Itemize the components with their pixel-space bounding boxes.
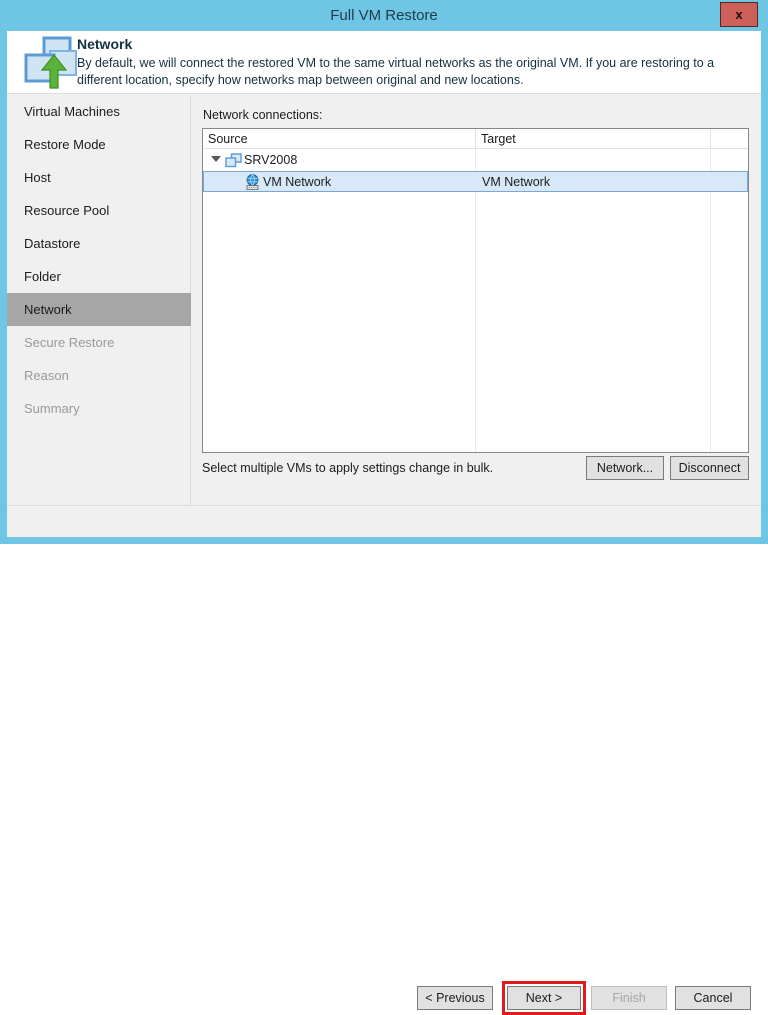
wizard-steps-sidebar: Virtual Machines Restore Mode Host Resource… (7, 95, 191, 537)
table-header-row: Source Target (203, 129, 748, 149)
finish-button: Finish (591, 986, 667, 1010)
column-divider-source-target (475, 150, 476, 452)
column-divider-target-extra (710, 150, 711, 452)
table-row[interactable]: SRV2008 (203, 150, 748, 171)
network-button[interactable]: Network... (586, 456, 664, 480)
network-adapter-icon (244, 174, 261, 190)
dialog-client-area: Network By default, we will connect the … (7, 31, 761, 1015)
bulk-hint-text: Select multiple VMs to apply settings ch… (202, 461, 494, 475)
sidebar-item-folder[interactable]: Folder (7, 260, 191, 293)
sidebar-item-datastore[interactable]: Datastore (7, 227, 191, 260)
network-connections-table[interactable]: Source Target SRV2008 VM Network VM Netw… (202, 128, 749, 453)
network-connections-label: Network connections: (203, 108, 323, 122)
virtual-machine-icon (225, 153, 242, 168)
window-title: Full VM Restore (330, 7, 438, 24)
disconnect-button[interactable]: Disconnect (670, 456, 749, 480)
dialog-footer: < Previous Next > Finish Cancel (7, 505, 761, 1015)
table-body: SRV2008 VM Network VM Network (203, 150, 748, 452)
network-restore-icon (20, 34, 78, 92)
sidebar-item-reason: Reason (24, 368, 69, 383)
cell-source: SRV2008 (244, 153, 298, 167)
sidebar-item-host[interactable]: Host (7, 161, 191, 194)
chevron-down-icon[interactable] (211, 156, 221, 162)
table-row[interactable]: VM Network VM Network (203, 171, 748, 192)
column-header-target[interactable]: Target (476, 129, 711, 149)
dialog-banner: Network By default, we will connect the … (7, 31, 761, 94)
cell-target: VM Network (482, 175, 551, 189)
banner-description: By default, we will connect the restored… (77, 56, 715, 87)
previous-button[interactable]: < Previous (417, 986, 493, 1010)
title-bar: Full VM Restore x (0, 0, 768, 31)
sidebar-item-network[interactable]: Network (7, 293, 191, 326)
sidebar-item-virtual-machines[interactable]: Virtual Machines (7, 95, 191, 128)
sidebar-item-restore-mode[interactable]: Restore Mode (7, 128, 191, 161)
next-button[interactable]: Next > (507, 986, 581, 1010)
column-header-source[interactable]: Source (203, 129, 476, 149)
sidebar-item-summary: Summary (24, 401, 80, 416)
dialog-window: Full VM Restore x Network By default, we… (0, 0, 768, 1015)
cancel-button[interactable]: Cancel (675, 986, 751, 1010)
sidebar-item-secure-restore: Secure Restore (24, 335, 115, 350)
banner-title: Network (77, 36, 133, 52)
column-header-extra[interactable] (711, 129, 748, 149)
sidebar-item-resource-pool[interactable]: Resource Pool (7, 194, 191, 227)
cell-source: VM Network (263, 175, 332, 189)
close-icon[interactable]: x (720, 2, 758, 27)
main-pane: Network connections: Source Target SRV20… (192, 95, 761, 537)
